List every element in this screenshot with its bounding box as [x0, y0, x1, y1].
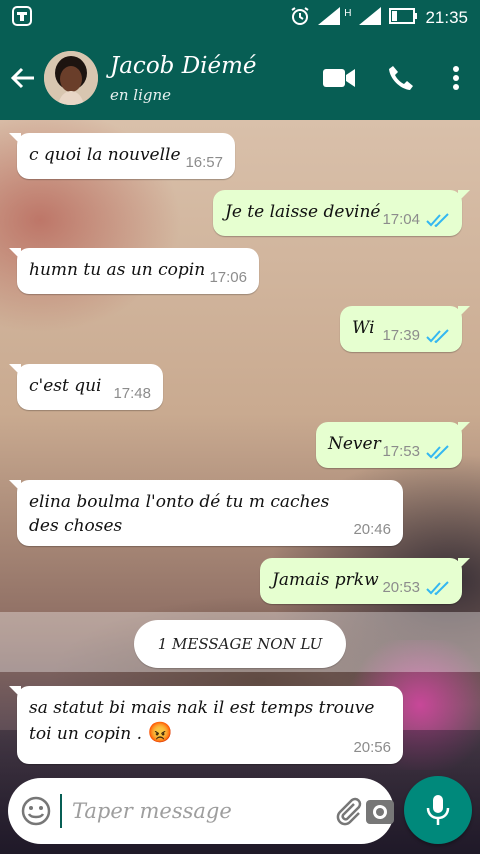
message-time: 17:39 [382, 327, 420, 344]
message-text: Wi [352, 318, 375, 338]
voice-call-button[interactable] [370, 36, 432, 120]
app-notification-icon [12, 6, 32, 30]
read-ticks-icon [426, 328, 449, 343]
read-ticks-icon [426, 444, 449, 459]
contact-info[interactable]: Jacob Diémé en ligne [110, 52, 308, 104]
message-text: c quoi la nouvelle [29, 145, 181, 165]
message-outgoing[interactable]: Jamais prkw 20:53 [260, 558, 470, 604]
mic-button[interactable] [404, 776, 472, 844]
message-composer [8, 778, 394, 844]
avatar[interactable] [44, 51, 98, 105]
message-input[interactable] [60, 794, 334, 828]
signal-icon-2 [359, 6, 382, 30]
contact-name: Jacob Diémé [110, 53, 257, 79]
message-meta: 17:04 [382, 211, 450, 228]
message-time: 17:48 [113, 385, 151, 402]
message-incoming[interactable]: sa statut bi mais nak il est temps trouv… [9, 686, 403, 764]
message-time: 17:06 [209, 269, 247, 286]
attach-icon [336, 797, 362, 826]
message-incoming[interactable]: humn tu as un copin 17:06 [9, 248, 259, 294]
camera-button[interactable] [364, 789, 396, 833]
more-options-button[interactable] [432, 36, 480, 120]
message-outgoing[interactable]: Never 17:53 [316, 422, 470, 468]
status-bar: H 21:35 [0, 0, 480, 36]
message-text: c'est qui [29, 376, 102, 396]
contact-status: en ligne [110, 86, 172, 104]
message-time: 20:46 [353, 521, 391, 538]
message-outgoing[interactable]: Je te laisse deviné 17:04 [213, 190, 470, 236]
message-meta: 17:53 [382, 443, 450, 460]
read-ticks-icon [426, 212, 449, 227]
message-text: sa statut bi mais nak il est temps trouv… [29, 698, 375, 744]
message-outgoing[interactable]: Wi 17:39 [340, 306, 470, 352]
unread-divider: 1 MESSAGE NON LU [134, 620, 346, 668]
message-time: 20:53 [382, 579, 420, 596]
more-options-icon [453, 66, 459, 90]
emoji-button[interactable] [20, 789, 52, 833]
read-ticks-icon [426, 580, 449, 595]
clock: 21:35 [425, 8, 468, 27]
back-button[interactable] [2, 36, 44, 120]
chat-header: Jacob Diémé en ligne [0, 36, 480, 120]
angry-emoji: 😡 [147, 720, 173, 744]
phone-icon [389, 66, 413, 90]
message-time: 17:53 [382, 443, 420, 460]
camera-icon [366, 800, 394, 824]
battery-icon [389, 7, 418, 29]
network-type-label: H [344, 7, 352, 19]
message-text: Je te laisse deviné [225, 202, 381, 222]
message-incoming[interactable]: c quoi la nouvelle 16:57 [9, 133, 235, 179]
message-incoming[interactable]: c'est qui 17:48 [9, 364, 163, 410]
video-call-icon [323, 69, 355, 87]
message-text: Jamais prkw [272, 570, 379, 590]
message-time: 17:04 [382, 211, 420, 228]
signal-icon [318, 6, 341, 30]
video-call-button[interactable] [308, 36, 370, 120]
message-text: humn tu as un copin [29, 260, 206, 280]
message-time: 16:57 [185, 154, 223, 171]
message-text: Never [328, 434, 381, 454]
alarm-icon [290, 6, 310, 31]
mic-icon [426, 795, 450, 825]
emoji-icon [21, 796, 51, 826]
message-incoming[interactable]: elina boulma l'onto dé tu m caches des c… [9, 480, 403, 546]
attach-button[interactable] [334, 789, 364, 833]
message-time: 20:56 [353, 739, 391, 756]
back-arrow-icon [10, 67, 34, 89]
message-text: elina boulma l'onto dé tu m caches des c… [29, 492, 330, 536]
message-meta: 17:39 [382, 327, 450, 344]
message-meta: 20:53 [382, 579, 450, 596]
